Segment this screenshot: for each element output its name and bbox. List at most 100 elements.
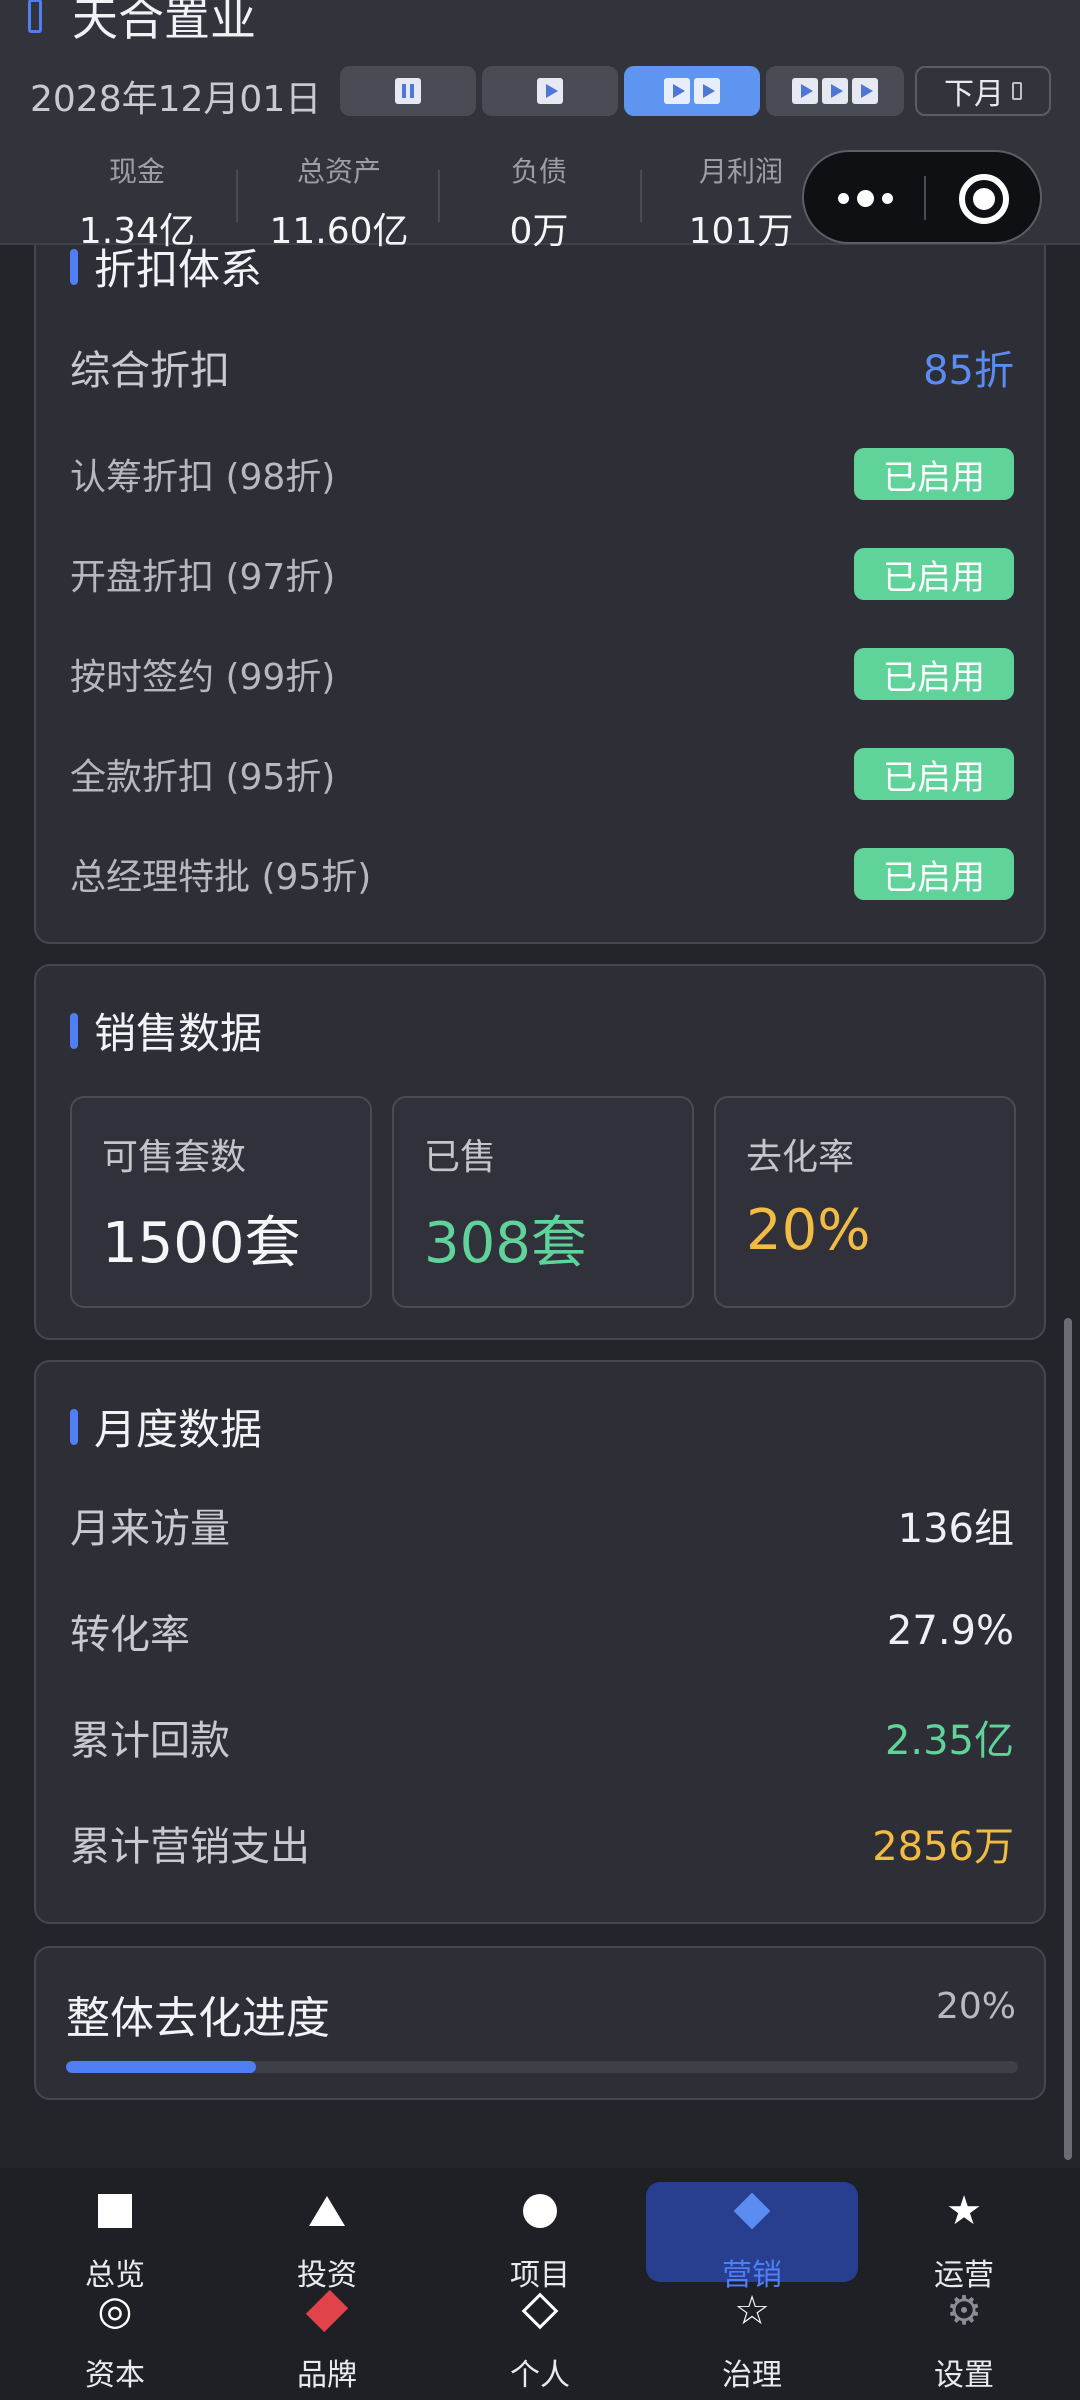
discount-item: 认筹折扣 (98折) 已启用	[70, 448, 1014, 500]
nav-label: 个人	[510, 2358, 570, 2393]
red-diamond-icon	[305, 2289, 349, 2333]
gear-icon: ⚙	[946, 2288, 982, 2334]
pause-button[interactable]	[340, 66, 476, 116]
nav-label: 设置	[934, 2358, 994, 2393]
monthly-row-value: 27.9%	[886, 1608, 1014, 1654]
monthly-row-label: 累计回款	[70, 1718, 230, 1764]
play-icon	[822, 78, 848, 104]
progress-fill	[66, 2061, 257, 2073]
stat-value: 0万	[509, 211, 569, 252]
discount-item-label: 认筹折扣 (98折)	[70, 457, 336, 498]
discount-item: 按时签约 (99折) 已启用	[70, 648, 1014, 700]
enabled-toggle[interactable]: 已启用	[854, 448, 1014, 500]
monthly-row-value: 2856万	[872, 1824, 1014, 1870]
play-3x-button[interactable]	[766, 66, 904, 116]
star-icon: ★	[946, 2188, 982, 2234]
available-units-card: 可售套数 1500套	[70, 1096, 372, 1308]
square-icon	[98, 2194, 132, 2228]
target-circle-icon: ◎	[97, 2288, 133, 2334]
next-month-button[interactable]: 下月	[915, 66, 1051, 116]
close-miniprogram-icon[interactable]	[959, 174, 1009, 224]
scrollbar[interactable]	[1064, 1318, 1072, 2160]
sales-title: 销售数据	[94, 1009, 263, 1058]
discount-item-label: 开盘折扣 (97折)	[70, 557, 336, 598]
nav-governance[interactable]: ☆ 治理	[682, 2286, 822, 2394]
play-icon	[852, 78, 878, 104]
current-date: 2028年12月01日	[30, 79, 322, 120]
sell-through-rate-card: 去化率 20%	[714, 1096, 1016, 1308]
discount-item: 总经理特批 (95折) 已启用	[70, 848, 1014, 900]
metric-value: 1500套	[102, 1211, 301, 1276]
discount-item-label: 全款折扣 (95折)	[70, 757, 336, 798]
company-name: 天合置业	[72, 0, 256, 46]
discount-item: 开盘折扣 (97折) 已启用	[70, 548, 1014, 600]
metric-value: 308套	[424, 1211, 587, 1276]
metric-label: 已售	[424, 1137, 497, 1178]
company-title-row: 天合置业	[28, 0, 256, 46]
play-icon	[694, 78, 720, 104]
monthly-row-value: 2.35亿	[884, 1718, 1014, 1764]
stat-value: 11.60亿	[269, 211, 409, 252]
sales-card: 销售数据 可售套数 1500套 已售 308套 去化率 20%	[34, 964, 1046, 1340]
divider	[640, 170, 642, 222]
enabled-toggle[interactable]: 已启用	[854, 848, 1014, 900]
bottom-navigation: 总览 投资 项目 营销 ★ 运营 ◎ 资本 品牌 个人 ☆ 治理 ⚙ 设置	[0, 2168, 1080, 2400]
metric-label: 去化率	[746, 1137, 855, 1178]
nav-marketing[interactable]: 营销	[682, 2186, 822, 2294]
diamond-icon	[733, 2192, 771, 2230]
progress-title: 整体去化进度	[66, 1993, 330, 2044]
monthly-row-value: 136组	[897, 1506, 1014, 1552]
nav-invest[interactable]: 投资	[257, 2186, 397, 2294]
monthly-row-label: 累计营销支出	[70, 1824, 310, 1870]
nav-capital[interactable]: ◎ 资本	[45, 2286, 185, 2394]
discount-card: 折扣体系 综合折扣 85折 认筹折扣 (98折) 已启用 开盘折扣 (97折) …	[34, 200, 1046, 944]
company-icon	[28, 0, 42, 33]
play-icon	[537, 78, 563, 104]
monthly-title: 月度数据	[94, 1405, 263, 1454]
nav-label: 资本	[85, 2358, 145, 2393]
accent-bar	[70, 1408, 78, 1445]
nav-settings[interactable]: ⚙ 设置	[894, 2286, 1034, 2394]
stat-liabilities: 负债 0万	[444, 150, 634, 254]
monthly-card: 月度数据 月来访量 136组 转化率 27.9% 累计回款 2.35亿 累计营销…	[34, 1360, 1046, 1924]
triangle-icon	[309, 2196, 345, 2226]
divider	[924, 176, 926, 220]
play-2x-button[interactable]	[624, 66, 760, 116]
stat-label: 总资产	[296, 155, 381, 188]
discount-item-label: 总经理特批 (95折)	[70, 857, 372, 898]
monthly-row-label: 转化率	[70, 1612, 190, 1658]
overall-discount-row: 综合折扣 85折	[70, 338, 1014, 396]
play-icon	[664, 78, 690, 104]
nav-overview[interactable]: 总览	[45, 2186, 185, 2294]
nav-label: 品牌	[297, 2358, 357, 2393]
next-month-label: 下月	[944, 77, 1004, 112]
play-1x-button[interactable]	[482, 66, 618, 116]
play-icon	[792, 78, 818, 104]
monthly-row: 月来访量 136组	[70, 1496, 1014, 1554]
section-title: 销售数据	[70, 1000, 262, 1061]
discount-item: 全款折扣 (95折) 已启用	[70, 748, 1014, 800]
overall-discount-value: 85折	[923, 348, 1014, 394]
enabled-toggle[interactable]: 已启用	[854, 548, 1014, 600]
outline-diamond-icon	[521, 2292, 559, 2330]
nav-label: 治理	[722, 2358, 782, 2393]
stat-total-assets: 总资产 11.60亿	[244, 150, 434, 254]
enabled-toggle[interactable]: 已启用	[854, 648, 1014, 700]
metric-value: 20%	[746, 1198, 871, 1263]
progress-bar	[66, 2061, 1018, 2073]
nav-brand[interactable]: 品牌	[257, 2286, 397, 2394]
monthly-row-label: 月来访量	[70, 1506, 230, 1552]
nav-personal[interactable]: 个人	[470, 2286, 610, 2394]
sold-units-card: 已售 308套	[392, 1096, 694, 1308]
progress-card: 整体去化进度 20%	[34, 1946, 1046, 2100]
pause-icon	[395, 78, 421, 104]
enabled-toggle[interactable]: 已启用	[854, 748, 1014, 800]
accent-bar	[70, 1012, 78, 1049]
nav-operations[interactable]: ★ 运营	[894, 2186, 1034, 2294]
monthly-row: 累计回款 2.35亿	[70, 1708, 1014, 1766]
progress-percent: 20%	[935, 1986, 1016, 2027]
divider	[236, 170, 238, 222]
nav-projects[interactable]: 项目	[470, 2186, 610, 2294]
discount-item-label: 按时签约 (99折)	[70, 657, 336, 698]
more-menu-icon[interactable]	[838, 190, 893, 207]
